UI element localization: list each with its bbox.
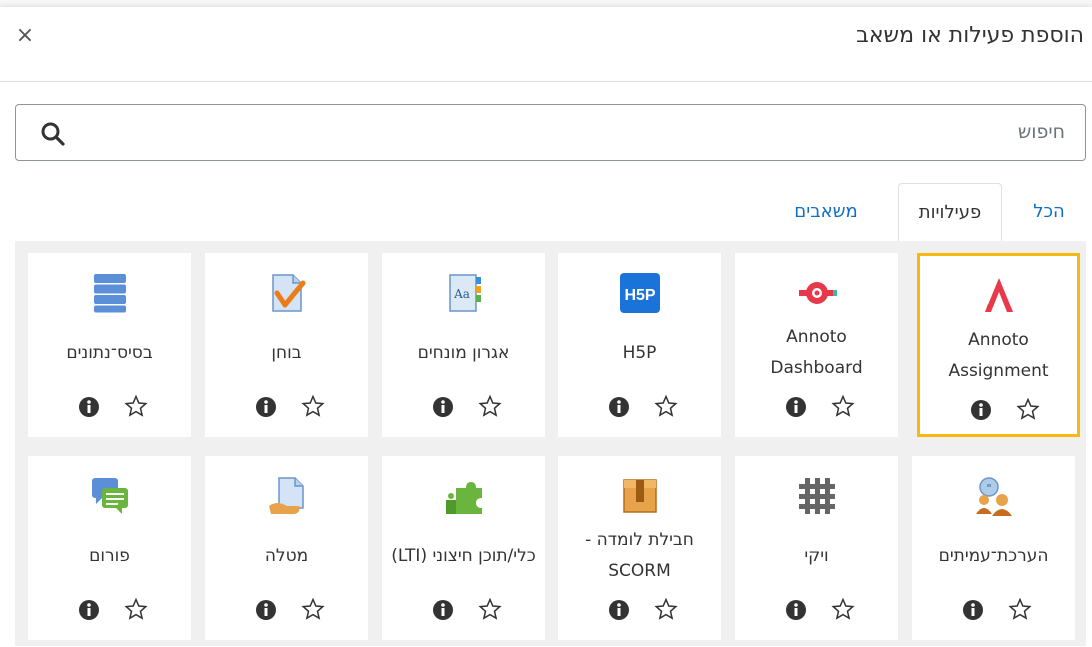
info-icon[interactable] — [78, 599, 100, 621]
wiki-icon — [798, 478, 835, 514]
search-icon — [41, 122, 65, 146]
svg-text:Aa: Aa — [453, 287, 470, 301]
star-icon[interactable] — [124, 597, 148, 621]
svg-text:H5P: H5P — [624, 287, 655, 304]
info-icon[interactable] — [432, 599, 454, 621]
tab-activities[interactable]: פעילויות — [898, 183, 1002, 242]
info-icon[interactable] — [608, 396, 630, 418]
search-placeholder: חיפוש — [1017, 121, 1065, 143]
info-icon[interactable] — [785, 396, 807, 418]
quiz-icon — [271, 274, 305, 312]
info-icon[interactable] — [432, 396, 454, 418]
star-icon[interactable] — [478, 394, 502, 418]
card-label: H5P — [622, 342, 657, 363]
activity-grid: Annoto Assignment Annoto Dashboard H5P H… — [15, 241, 1086, 646]
close-icon: × — [15, 23, 35, 48]
activity-card-assignment[interactable]: מטלה — [205, 456, 368, 640]
star-icon[interactable] — [654, 597, 678, 621]
star-icon[interactable] — [301, 597, 325, 621]
search-input[interactable]: חיפוש — [15, 104, 1086, 161]
star-icon[interactable] — [1016, 397, 1040, 421]
scorm-icon — [622, 479, 657, 513]
assignment-icon — [268, 477, 304, 514]
card-label: אגרון מונחים — [417, 342, 510, 363]
activity-card-h5p[interactable]: H5P H5P — [558, 253, 721, 437]
activity-card-database[interactable]: בסיס־נתונים — [28, 253, 191, 437]
dialog-header: הוספת פעילות או משאב × — [0, 7, 1092, 82]
glossary-icon: Aa — [448, 274, 481, 312]
activity-card-annoto-dashboard[interactable]: Annoto Dashboard — [735, 253, 898, 437]
info-icon[interactable] — [255, 396, 277, 418]
info-icon[interactable] — [255, 599, 277, 621]
star-icon[interactable] — [1008, 597, 1032, 621]
card-label: כלי/תוכן חיצוני (LTI) — [391, 545, 536, 566]
activity-card-scorm[interactable]: חבילת לומדה - SCORM — [558, 456, 721, 640]
card-label: פורום — [89, 545, 130, 566]
database-icon — [93, 274, 126, 313]
activity-card-forum[interactable]: פורום — [28, 456, 191, 640]
star-icon[interactable] — [301, 394, 325, 418]
card-label: הערכת־עמיתים — [938, 545, 1049, 566]
activity-card-wiki[interactable]: ויקי — [735, 456, 898, 640]
card-label: Annoto Dashboard — [770, 327, 863, 378]
activity-card-lti[interactable]: כלי/תוכן חיצוני (LTI) — [382, 456, 545, 640]
activity-card-workshop[interactable]: " הערכת־עמיתים — [912, 456, 1075, 640]
add-activity-dialog: הוספת פעילות או משאב × חיפוש הכל פעילויו… — [0, 7, 1092, 647]
star-icon[interactable] — [478, 597, 502, 621]
activity-card-glossary[interactable]: Aa אגרון מונחים — [382, 253, 545, 437]
activity-card-annoto-assignment[interactable]: Annoto Assignment — [917, 253, 1080, 437]
star-icon[interactable] — [654, 394, 678, 418]
annoto-dashboard-icon — [798, 282, 837, 304]
close-button[interactable]: × — [14, 25, 36, 47]
card-label: Annoto Assignment — [948, 330, 1049, 381]
annoto-assignment-icon — [984, 278, 1013, 312]
h5p-icon: H5P — [619, 273, 660, 313]
star-icon[interactable] — [831, 394, 855, 418]
category-tabs: הכל פעילויות משאבים — [15, 183, 1086, 242]
tab-all[interactable]: הכל — [1024, 183, 1074, 241]
info-icon[interactable] — [78, 396, 100, 418]
forum-icon — [91, 478, 128, 514]
info-icon[interactable] — [785, 599, 807, 621]
tab-resources[interactable]: משאבים — [776, 183, 876, 241]
card-label: חבילת לומדה - SCORM — [585, 530, 694, 581]
card-label: בוחן — [271, 342, 302, 363]
star-icon[interactable] — [124, 394, 148, 418]
card-label: בסיס־נתונים — [66, 342, 153, 363]
info-icon[interactable] — [608, 599, 630, 621]
activity-card-quiz[interactable]: בוחן — [205, 253, 368, 437]
card-label: ויקי — [804, 545, 829, 566]
svg-text:": " — [986, 482, 991, 495]
puzzle-icon — [445, 482, 482, 514]
star-icon[interactable] — [831, 597, 855, 621]
info-icon[interactable] — [962, 599, 984, 621]
info-icon[interactable] — [970, 399, 992, 421]
card-label: מטלה — [264, 545, 309, 566]
dialog-title: הוספת פעילות או משאב — [856, 23, 1084, 48]
workshop-icon: " — [975, 477, 1012, 516]
